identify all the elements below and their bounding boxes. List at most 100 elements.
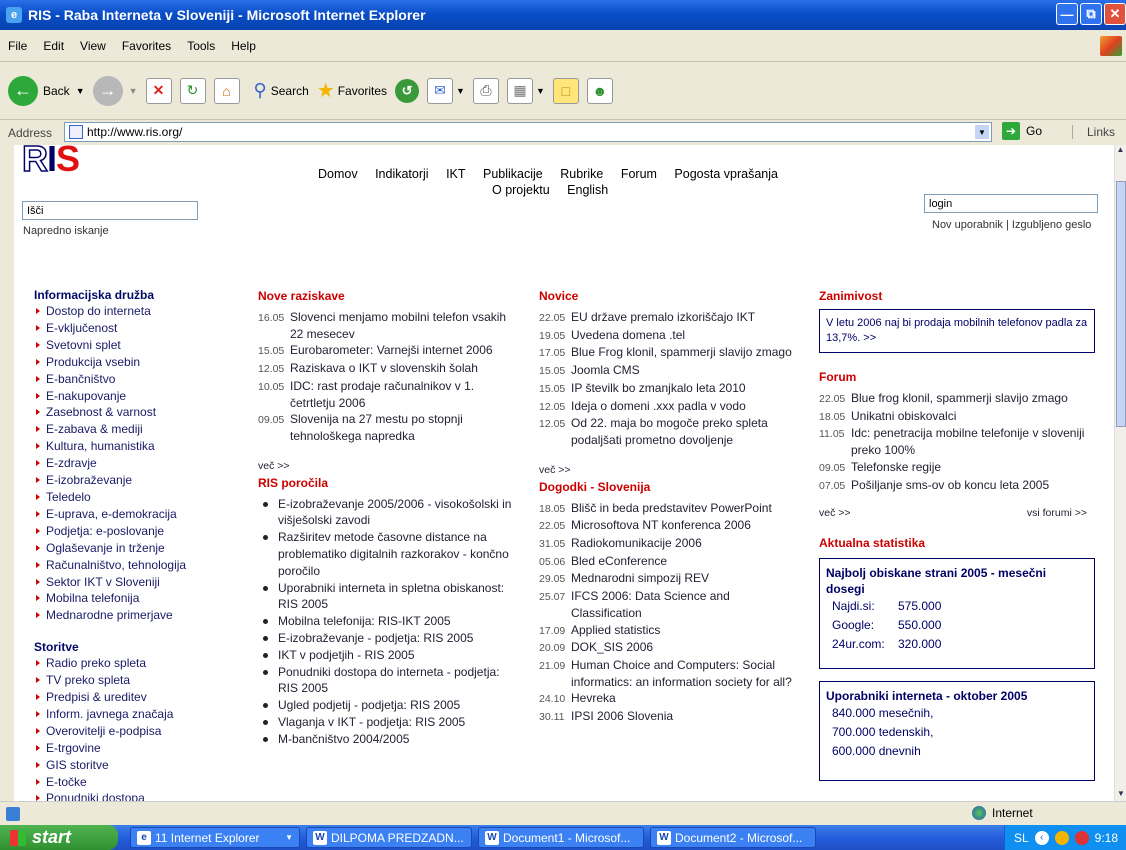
start-button[interactable]: start <box>0 825 118 850</box>
maximize-button[interactable]: ⧉ <box>1080 3 1102 25</box>
sidebar-item[interactable]: Kultura, humanistika <box>34 438 254 455</box>
item-link[interactable]: Radiokomunikacije 2006 <box>571 535 702 553</box>
sidebar-item[interactable]: GIS storitve <box>34 757 254 774</box>
sidebar-item[interactable]: E-trgovine <box>34 740 254 757</box>
report-item[interactable]: E-izobraževanje 2005/2006 - visokošolski… <box>258 496 520 530</box>
home-icon[interactable]: ⌂ <box>213 77 240 104</box>
stop-icon[interactable]: ✕ <box>145 77 172 104</box>
menu-view[interactable]: View <box>72 39 114 53</box>
sidebar-item[interactable]: TV preko spleta <box>34 672 254 689</box>
item-link[interactable]: Unikatni obiskovalci <box>851 408 956 426</box>
messenger-icon[interactable]: ☻ <box>586 77 613 104</box>
all-forums-link[interactable]: vsi forumi >> <box>1027 507 1087 519</box>
report-item[interactable]: IKT v podjetjih - RIS 2005 <box>258 647 520 664</box>
item-link[interactable]: Microsoftova NT konferenca 2006 <box>571 517 751 535</box>
sidebar-item[interactable]: Zasebnost & varnost <box>34 404 254 421</box>
report-item[interactable]: Uporabniki interneta in spletna obiskano… <box>258 580 520 614</box>
sidebar-item[interactable]: E-bančništvo <box>34 371 254 388</box>
sidebar-item[interactable]: Računalništvo, tehnologija <box>34 557 254 574</box>
item-link[interactable]: DOK_SIS 2006 <box>571 639 653 657</box>
sidebar-item[interactable]: Oglaševanje in trženje <box>34 540 254 557</box>
nav-publikacije[interactable]: Publikacije <box>483 167 543 181</box>
forgot-password-link[interactable]: Izgubljeno geslo <box>1012 219 1092 231</box>
item-link[interactable]: IP številk bo zmanjkalo leta 2010 <box>571 380 746 398</box>
zanimivost-box[interactable]: V letu 2006 naj bi prodaja mobilnih tele… <box>819 309 1095 353</box>
item-link[interactable]: Human Choice and Computers: Social infor… <box>571 657 801 690</box>
scroll-down-icon[interactable]: ▼ <box>1115 789 1126 801</box>
item-link[interactable]: Mednarodni simpozij REV <box>571 570 709 588</box>
sidebar-item[interactable]: E-vključenost <box>34 320 254 337</box>
ris-logo[interactable]: RIS <box>21 145 80 177</box>
sidebar-item[interactable]: Teledelo <box>34 489 254 506</box>
favorites-button[interactable]: ★ Favorites <box>317 78 387 103</box>
sidebar-item[interactable]: Mobilna telefonija <box>34 590 254 607</box>
sidebar-item[interactable]: Podjetja: e-poslovanje <box>34 523 254 540</box>
item-link[interactable]: Applied statistics <box>571 622 660 640</box>
item-link[interactable]: Uvedena domena .tel <box>571 327 685 345</box>
language-indicator[interactable]: SL <box>1014 831 1029 845</box>
sidebar-item[interactable]: Overovitelji e-podpisa <box>34 723 254 740</box>
nav-rubrike[interactable]: Rubrike <box>560 167 603 181</box>
item-link[interactable]: IDC: rast prodaje računalnikov v 1. četr… <box>290 378 520 411</box>
folder-icon[interactable]: □ <box>552 77 579 104</box>
sidebar-item[interactable]: Inform. javnega značaja <box>34 706 254 723</box>
sidebar-item[interactable]: E-točke <box>34 774 254 791</box>
sidebar-item[interactable]: Ponudniki dostopa <box>34 790 254 801</box>
report-item[interactable]: E-izobraževanje - podjetja: RIS 2005 <box>258 630 520 647</box>
report-item[interactable]: M-bančništvo 2004/2005 <box>258 731 520 748</box>
item-link[interactable]: Slovenci menjamo mobilni telefon vsakih … <box>290 309 520 342</box>
shield-icon[interactable] <box>1054 830 1069 845</box>
more-link[interactable]: več >> <box>258 460 520 472</box>
item-link[interactable]: EU države premalo izkoriščajo IKT <box>571 309 755 327</box>
menu-edit[interactable]: Edit <box>35 39 72 53</box>
item-link[interactable]: Bled eConference <box>571 553 667 571</box>
antivirus-icon[interactable] <box>1074 830 1089 845</box>
sidebar-item[interactable]: Dostop do interneta <box>34 303 254 320</box>
login-input[interactable]: login <box>924 194 1098 213</box>
item-link[interactable]: Pošiljanje sms-ov ob koncu leta 2005 <box>851 477 1049 495</box>
refresh-icon[interactable]: ↻ <box>179 77 206 104</box>
more-link[interactable]: več >> <box>819 507 851 519</box>
item-link[interactable]: Idc: penetracija mobilne telefonije v sl… <box>851 425 1095 458</box>
sidebar-item[interactable]: Mednarodne primerjave <box>34 607 254 624</box>
more-link[interactable]: več >> <box>539 464 801 476</box>
search-input[interactable]: Išči <box>22 201 198 220</box>
new-user-link[interactable]: Nov uporabnik <box>932 219 1003 231</box>
advanced-search-link[interactable]: Napredno iskanje <box>23 225 109 237</box>
menu-tools[interactable]: Tools <box>179 39 223 53</box>
sidebar-item[interactable]: Svetovni splet <box>34 337 254 354</box>
item-link[interactable]: Blišč in beda predstavitev PowerPoint <box>571 500 772 518</box>
address-dropdown-icon[interactable]: ▼ <box>975 125 989 139</box>
links-button[interactable]: Links <box>1072 125 1115 139</box>
go-button[interactable]: ➔ Go <box>1002 122 1042 140</box>
item-link[interactable]: Slovenija na 27 mestu po stopnji tehnolo… <box>290 411 520 444</box>
nav-forum[interactable]: Forum <box>621 167 657 181</box>
nav-o-projektu[interactable]: O projektu <box>492 183 550 197</box>
sidebar-item[interactable]: E-zabava & mediji <box>34 421 254 438</box>
sidebar-item[interactable]: Radio preko spleta <box>34 655 254 672</box>
item-link[interactable]: IPSI 2006 Slovenia <box>571 708 673 726</box>
task-word-document2[interactable]: W Document2 - Microsof... <box>650 827 816 848</box>
search-button[interactable]: ⚲ Search <box>254 80 309 101</box>
report-item[interactable]: Razširitev metode časovne distance na pr… <box>258 529 520 579</box>
mail-icon[interactable]: ✉ <box>427 77 454 104</box>
item-link[interactable]: Eurobarometer: Varnejši internet 2006 <box>290 342 493 360</box>
menu-favorites[interactable]: Favorites <box>114 39 179 53</box>
item-link[interactable]: IFCS 2006: Data Science and Classificati… <box>571 588 801 621</box>
dropdown-arrow-icon[interactable]: ▼ <box>129 86 138 96</box>
item-link[interactable]: Telefonske regije <box>851 459 941 477</box>
report-item[interactable]: Ugled podjetij - podjetja: RIS 2005 <box>258 697 520 714</box>
nav-ikt[interactable]: IKT <box>446 167 465 181</box>
item-link[interactable]: Joomla CMS <box>571 362 640 380</box>
item-link[interactable]: Hevreka <box>571 690 616 708</box>
dropdown-arrow-icon[interactable]: ▼ <box>456 86 465 96</box>
scroll-thumb[interactable] <box>1116 181 1126 427</box>
print-icon[interactable]: ⎙ <box>472 77 499 104</box>
address-input[interactable]: http://www.ris.org/ ▼ <box>64 122 992 142</box>
item-link[interactable]: Blue Frog klonil, spammerji slavijo zmag… <box>571 344 792 362</box>
forward-button[interactable]: → ▼ <box>92 75 138 106</box>
item-link[interactable]: Blue frog klonil, spammerji slavijo zmag… <box>851 390 1068 408</box>
vertical-scrollbar[interactable]: ▲ ▼ <box>1114 145 1126 801</box>
menu-file[interactable]: File <box>0 39 35 53</box>
dropdown-arrow-icon[interactable]: ▼ <box>76 86 85 96</box>
